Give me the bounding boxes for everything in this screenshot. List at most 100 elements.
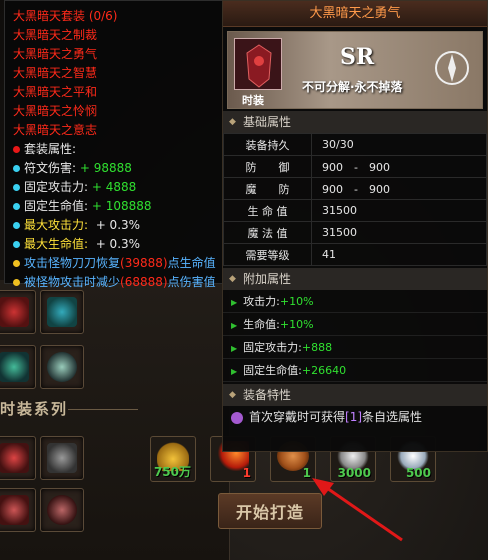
fashion-slot-3[interactable]: [0, 345, 36, 389]
set-bonus-row: 符文伤害: + 98888: [13, 159, 215, 178]
attr-key: 需要等级: [223, 243, 312, 266]
up-arrow-icon: ▶: [231, 298, 238, 307]
table-row: 生 命 值 31500: [223, 199, 487, 222]
table-row: 装备持久 30/30: [223, 133, 487, 156]
special-suffix: 点伤害值: [167, 275, 216, 289]
extra-attr-value: +10%: [279, 295, 314, 308]
basic-attributes-header: 基础属性: [223, 111, 487, 133]
extra-attr-row: ▶ 攻击力:+10%: [223, 290, 487, 313]
item-tooltip: 大黑暗天之勇气 时装 SR 不可分解·永不掉落 基础属性 装备持久30/30 防…: [222, 0, 488, 452]
fashion-slot-5[interactable]: [0, 436, 36, 480]
crystal-icon: [47, 297, 77, 327]
item-type-label: 时装: [242, 94, 264, 107]
bonus-value: + 0.3%: [95, 237, 141, 251]
attr-value: 900 - 900: [311, 155, 487, 178]
series-title: 时装系列: [0, 400, 69, 418]
fashion-slot-8[interactable]: [40, 488, 84, 532]
material-count: 1: [242, 466, 251, 480]
table-row: 防 御 900 - 900: [223, 155, 487, 178]
ring-icon: [47, 352, 77, 382]
attr-key: 生 命 值: [223, 199, 312, 222]
cyan-dot-icon: [13, 222, 20, 229]
item-name: 大黑暗天之勇气: [223, 1, 487, 27]
bonus-label: 最大攻击力:: [24, 218, 89, 232]
yellow-dot-icon: [13, 260, 20, 267]
material-count: 3000: [337, 466, 371, 480]
set-bonus-row: 固定生命值: + 108888: [13, 197, 215, 216]
bonus-value: + 108888: [91, 199, 152, 213]
special-bonus-row: 攻击怪物刀刀恢复(39888)点生命值: [13, 254, 216, 273]
emblem-icon: [435, 51, 469, 85]
start-crafting-button[interactable]: 开始打造: [218, 493, 322, 529]
fashion-slot-1[interactable]: [0, 290, 36, 334]
attr-key: 魔 防: [223, 177, 312, 200]
red-dot-icon: [13, 146, 20, 153]
attr-value: 41: [311, 243, 487, 266]
divider: [68, 409, 138, 410]
attr-key: 魔 法 值: [223, 221, 312, 244]
trait-suffix: 条自选属性: [362, 410, 423, 424]
set-piece: 大黑暗天之智慧: [13, 66, 98, 80]
table-row: 需要等级 41: [223, 243, 487, 266]
set-attr-header: 套装属性:: [13, 140, 215, 159]
extra-attr-row: ▶ 固定攻击力:+888: [223, 336, 487, 359]
skull-icon: [231, 411, 243, 424]
rarity-badge: SR: [340, 44, 375, 70]
yellow-dot-icon: [13, 279, 20, 286]
equipment-traits-header: 装备特性: [223, 384, 487, 406]
special-bonus-row: 被怪物攻击时减少(68888)点伤害值: [13, 273, 216, 292]
cyan-dot-icon: [13, 203, 20, 210]
special-suffix: 点生命值: [167, 256, 216, 270]
set-tooltip: 大黑暗天套装 (0/6) 大黑暗天之制裁 大黑暗天之勇气 大黑暗天之智慧 大黑暗…: [4, 0, 224, 289]
material-count: 750万: [153, 465, 191, 479]
set-bonus-row: 最大生命值: + 0.3%: [13, 235, 215, 254]
up-arrow-icon: ▶: [231, 321, 238, 330]
extra-attr-value: +888: [301, 341, 333, 354]
armor-icon: [0, 297, 29, 327]
bonus-label: 符文伤害:: [24, 161, 77, 175]
extra-attr-row: ▶ 固定生命值:+26640: [223, 359, 487, 382]
material-count: 1: [302, 466, 311, 480]
set-piece: 大黑暗天之怜悯: [13, 104, 98, 118]
armor-icon: [0, 443, 29, 473]
extra-attr-value: +26640: [301, 364, 347, 377]
bonus-value: + 0.3%: [95, 218, 141, 232]
extra-attr-key: 攻击力:: [243, 295, 280, 308]
set-attr-label: 套装属性:: [24, 142, 77, 156]
ring-icon: [0, 352, 29, 382]
material-gold[interactable]: 750万: [150, 436, 196, 482]
extra-attr-key: 固定攻击力:: [243, 341, 302, 354]
extra-attr-row: ▶ 生命值:+10%: [223, 313, 487, 336]
boots-icon: [0, 495, 29, 525]
attr-value: 30/30: [311, 133, 487, 156]
binding-notice: 不可分解·永不掉落: [302, 80, 403, 94]
armor-icon: [246, 44, 272, 88]
bonus-label: 固定生命值:: [24, 199, 89, 213]
special-prefix: 被怪物攻击时减少: [24, 275, 121, 289]
up-arrow-icon: ▶: [231, 367, 238, 376]
trait-prefix: 首次穿戴时可获得: [249, 410, 346, 424]
set-piece: 大黑暗天之平和: [13, 85, 98, 99]
attr-key: 防 御: [223, 155, 312, 178]
material-count: 500: [405, 466, 431, 480]
table-row: 魔 防 900 - 900: [223, 177, 487, 200]
cyan-dot-icon: [13, 184, 20, 191]
fashion-slot-4[interactable]: [40, 345, 84, 389]
attr-value: 31500: [311, 221, 487, 244]
attr-value: 31500: [311, 199, 487, 222]
attr-value: 900 - 900: [311, 177, 487, 200]
fashion-slot-2[interactable]: [40, 290, 84, 334]
table-row: 魔 法 值 31500: [223, 221, 487, 244]
extra-attr-key: 生命值:: [243, 318, 280, 331]
trait-row: 首次穿戴时可获得[1]条自选属性: [223, 406, 487, 428]
set-piece: 大黑暗天之意志: [13, 123, 98, 137]
extra-attr-key: 固定生命值:: [243, 364, 302, 377]
set-bonus-row: 固定攻击力: + 4888: [13, 178, 215, 197]
fashion-slot-7[interactable]: [0, 488, 36, 532]
item-icon: [234, 38, 282, 90]
trait-count: [1]: [345, 410, 363, 424]
bonus-value: + 98888: [79, 161, 132, 175]
extra-attr-value: +10%: [279, 318, 314, 331]
fashion-slot-6[interactable]: [40, 436, 84, 480]
bonus-label: 最大生命值:: [24, 237, 89, 251]
